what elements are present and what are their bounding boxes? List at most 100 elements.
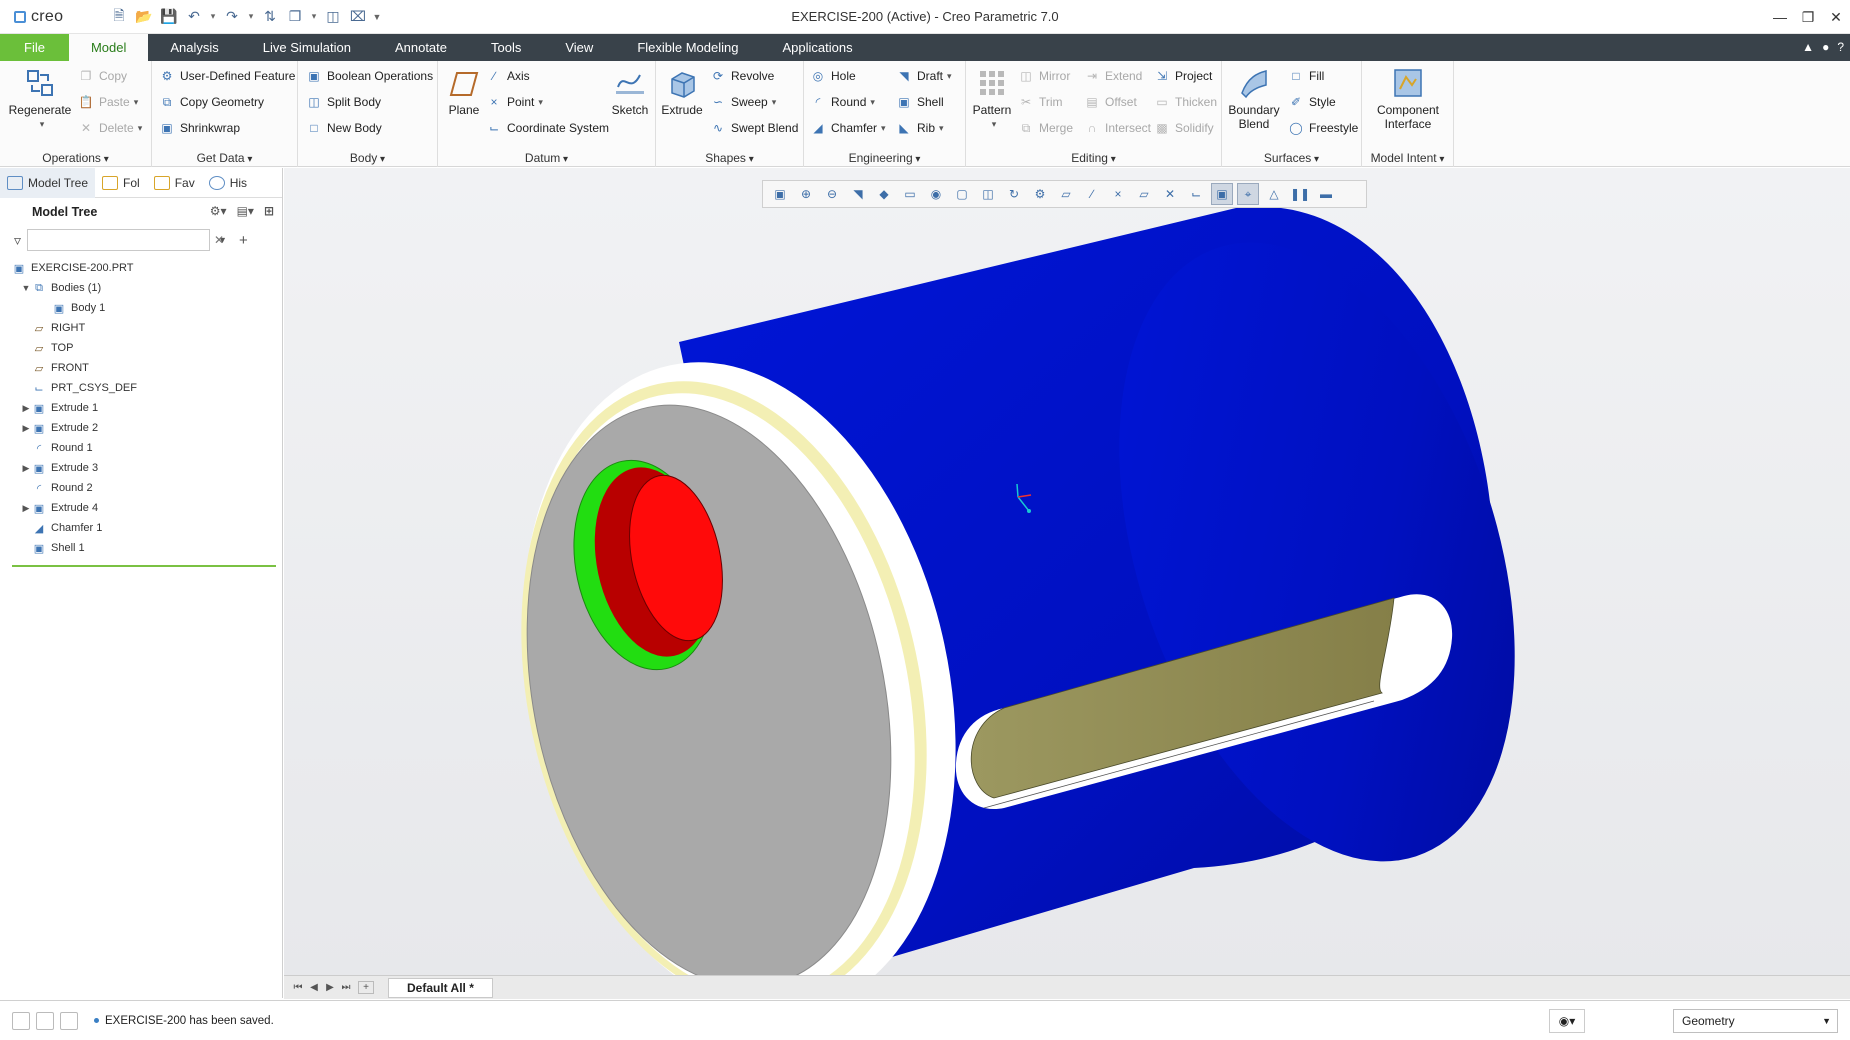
close-x-icon[interactable]: ⌧ <box>347 6 369 28</box>
copy-button[interactable]: ❐ Copy <box>78 68 127 84</box>
coordinate-system-button[interactable]: ⌙ Coordinate System <box>486 120 609 136</box>
point-button[interactable]: × Point ▾ <box>486 94 542 110</box>
tree-item[interactable]: ▣ Body 1 <box>0 298 282 318</box>
new-file-icon[interactable]: 🗎 <box>108 6 130 28</box>
annotations-icon[interactable]: △ <box>1263 183 1285 205</box>
undo-dropdown-icon[interactable]: ▾ <box>208 11 218 22</box>
stop-icon[interactable]: ▬ <box>1315 183 1337 205</box>
new-body-button[interactable]: □ New Body <box>306 120 381 136</box>
tab-history[interactable]: His <box>202 168 254 198</box>
save-icon[interactable]: 💾 <box>158 6 180 28</box>
first-tab-icon[interactable]: ⏮ <box>290 982 306 993</box>
udf-button[interactable]: ⚙ User-Defined Feature <box>159 68 296 84</box>
tab-view[interactable]: View <box>543 34 615 61</box>
spin-center-display-icon[interactable]: ⌖ <box>1237 183 1259 205</box>
thicken-button[interactable]: ▭ Thicken <box>1154 94 1217 110</box>
tree-item[interactable]: ▶ ▣ Extrude 1 <box>0 398 282 418</box>
split-body-button[interactable]: ◫ Split Body <box>306 94 381 110</box>
delete-button[interactable]: ✕ Delete ▾ <box>78 120 142 136</box>
toggle-navigator-icon[interactable] <box>12 1011 30 1030</box>
windows-icon[interactable]: ❐ <box>284 6 306 28</box>
close-icon[interactable]: ✕ <box>1822 0 1850 34</box>
display-style-icon[interactable]: ◆ <box>873 183 895 205</box>
plane-display-icon[interactable]: ▱ <box>1055 183 1077 205</box>
regenerate-quick-icon[interactable]: ⇅ <box>259 6 281 28</box>
saved-orientations-icon[interactable]: ▭ <box>899 183 921 205</box>
selection-filter-select[interactable]: Geometry ▼ <box>1673 1009 1838 1033</box>
filter-icon[interactable]: ▿ <box>14 232 21 249</box>
tree-item[interactable]: ⌙ PRT_CSYS_DEF <box>0 378 282 398</box>
help-icon[interactable]: ? <box>1837 34 1844 61</box>
pattern-dropdown-icon[interactable]: ▾ <box>992 117 997 131</box>
paste-button[interactable]: 📋 Paste ▾ <box>78 94 139 110</box>
pause-icon[interactable]: ❚❚ <box>1289 183 1311 205</box>
fill-button[interactable]: □ Fill <box>1288 68 1324 84</box>
tree-item[interactable]: ▣ EXERCISE-200.PRT <box>0 258 282 278</box>
expand-icon[interactable]: ▶ <box>20 503 32 514</box>
offset-button[interactable]: ▤ Offset <box>1084 94 1136 110</box>
model-intent-group-label[interactable]: Model Intent <box>1362 151 1453 165</box>
tree-item[interactable]: ◜ Round 1 <box>0 438 282 458</box>
windows-dropdown-icon[interactable]: ▾ <box>309 11 319 22</box>
lock-icon[interactable]: ● <box>1822 34 1829 61</box>
axis-display-icon[interactable]: ∕ <box>1081 183 1103 205</box>
tab-folder-browser[interactable]: Fol <box>95 168 147 198</box>
revolve-button[interactable]: ⟳ Revolve <box>710 68 774 84</box>
project-button[interactable]: ⇲ Project <box>1154 68 1212 84</box>
tab-model-tree[interactable]: Model Tree <box>0 167 96 198</box>
show-icon[interactable]: ▤▾ <box>237 204 254 218</box>
point-display-icon[interactable]: × <box>1107 183 1129 205</box>
zoom-in-icon[interactable]: ⊕ <box>795 183 817 205</box>
graphics-window[interactable]: ▣ ⊕ ⊖ ◥ ◆ ▭ ◉ ▢ ◫ ↻ ⚙ ▱ ∕ × ▱ ✕ ⌙ ▣ ⌖ △ … <box>284 168 1850 980</box>
tree-item[interactable]: ◢ Chamfer 1 <box>0 518 282 538</box>
tree-item[interactable]: ▼ ⧉ Bodies (1) <box>0 278 282 298</box>
copy-geometry-button[interactable]: ⧉ Copy Geometry <box>159 94 264 110</box>
find-icon[interactable]: ◉▾ <box>1549 1009 1585 1033</box>
open-file-icon[interactable]: 📂 <box>133 6 155 28</box>
spin-center-icon[interactable]: ↻ <box>1003 183 1025 205</box>
tree-item[interactable]: ▱ FRONT <box>0 358 282 378</box>
tab-flexible-modeling[interactable]: Flexible Modeling <box>615 34 760 61</box>
shrinkwrap-button[interactable]: ▣ Shrinkwrap <box>159 120 240 136</box>
tree-item[interactable]: ▶ ▣ Extrude 3 <box>0 458 282 478</box>
tab-file[interactable]: File <box>0 34 69 61</box>
swept-blend-button[interactable]: ∿ Swept Blend <box>710 120 798 136</box>
sweep-button[interactable]: ∽ Sweep ▾ <box>710 94 776 110</box>
solidify-button[interactable]: ▩ Solidify <box>1154 120 1213 136</box>
trim-button[interactable]: ✂ Trim <box>1018 94 1063 110</box>
datum-group-label[interactable]: Datum <box>438 151 655 165</box>
add-tab-icon[interactable]: + <box>358 981 374 994</box>
prev-tab-icon[interactable]: ◀ <box>306 982 322 993</box>
tree-item[interactable]: ▣ Shell 1 <box>0 538 282 558</box>
expand-icon[interactable]: ▶ <box>20 423 32 434</box>
close-window-icon[interactable]: ◫ <box>322 6 344 28</box>
merge-button[interactable]: ⧉ Merge <box>1018 120 1073 136</box>
customize-qat-icon[interactable]: ▼ <box>372 12 382 22</box>
tree-item[interactable]: ▱ RIGHT <box>0 318 282 338</box>
toggle-browser-icon[interactable] <box>36 1011 54 1030</box>
boundary-blend-button[interactable]: Boundary Blend <box>1226 67 1282 131</box>
chamfer-button[interactable]: ◢ Chamfer ▾ <box>810 120 885 136</box>
tree-search-input[interactable] <box>27 229 211 251</box>
clear-search-icon[interactable]: ✕ <box>214 233 224 247</box>
undo-icon[interactable]: ↶ <box>183 6 205 28</box>
get-data-group-label[interactable]: Get Data <box>152 151 297 165</box>
expand-icon[interactable]: ▶ <box>20 463 32 474</box>
body-group-label[interactable]: Body <box>298 151 437 165</box>
view-manager-icon[interactable]: ◉ <box>925 183 947 205</box>
rib-button[interactable]: ◣ Rib ▾ <box>896 120 943 136</box>
regenerate-button[interactable]: Regenerate ▾ <box>8 67 72 131</box>
regenerate-dropdown-icon[interactable]: ▾ <box>40 117 45 131</box>
tab-tools[interactable]: Tools <box>469 34 543 61</box>
maximize-icon[interactable]: ❐ <box>1794 0 1822 34</box>
tab-annotate[interactable]: Annotate <box>373 34 469 61</box>
shapes-group-label[interactable]: Shapes <box>656 151 803 165</box>
collapse-icon[interactable]: ▼ <box>20 283 32 293</box>
tree-item[interactable]: ▱ TOP <box>0 338 282 358</box>
section-icon[interactable]: ◫ <box>977 183 999 205</box>
plane-tag-display-icon[interactable]: ▱ <box>1133 183 1155 205</box>
extrude-button[interactable]: Extrude <box>660 67 704 117</box>
style-button[interactable]: ✐ Style <box>1288 94 1336 110</box>
hole-button[interactable]: ◎ Hole <box>810 68 856 84</box>
engineering-group-label[interactable]: Engineering <box>804 151 965 165</box>
